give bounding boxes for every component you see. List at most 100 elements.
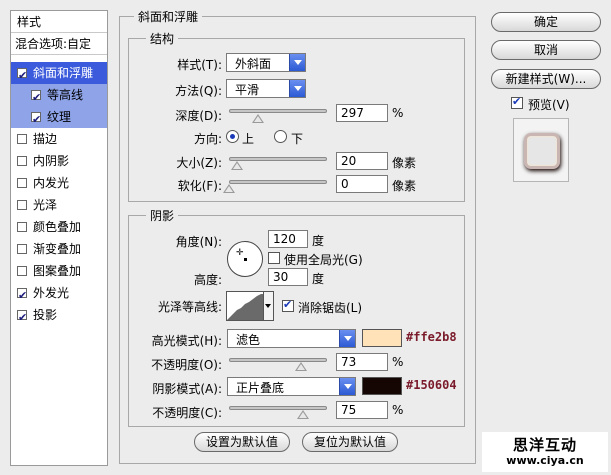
altitude-value: 30: [273, 270, 289, 284]
highlight-mode-select[interactable]: 滤色: [227, 329, 356, 348]
angle-unit: 度: [312, 234, 325, 248]
style-label-stroke: 描边: [33, 132, 58, 146]
highlight-mode-label: 高光模式(H):: [151, 334, 222, 348]
highlight-opacity-input[interactable]: 73: [336, 353, 388, 371]
highlight-color-swatch[interactable]: [362, 329, 402, 347]
style-item-inner-glow[interactable]: 内发光: [11, 172, 107, 194]
style-checkbox-gradient-overlay[interactable]: [17, 244, 27, 254]
style-label: 样式(T):: [177, 58, 222, 72]
technique-value: 平滑: [235, 83, 260, 97]
direction-up-radio[interactable]: [226, 130, 239, 143]
chevron-down-icon: [289, 80, 305, 97]
soften-input[interactable]: 0: [336, 175, 388, 193]
shadow-mode-label: 阴影模式(A):: [152, 382, 222, 396]
chevron-down-icon: [339, 378, 355, 395]
antialias-checkbox[interactable]: [282, 298, 294, 312]
depth-slider-thumb[interactable]: [252, 114, 265, 123]
styles-header[interactable]: 样式: [11, 11, 107, 33]
angle-input[interactable]: 120: [268, 230, 308, 248]
highlight-mode-value: 滤色: [236, 333, 261, 347]
style-item-outer-glow[interactable]: 外发光: [11, 282, 107, 307]
reset-default-button[interactable]: 复位为默认值: [302, 432, 398, 452]
blending-options-item[interactable]: 混合选项:自定: [11, 33, 107, 55]
technique-select[interactable]: 平滑: [226, 79, 306, 98]
style-label-texture: 纹理: [47, 110, 72, 124]
shadow-mode-value: 正片叠底: [236, 381, 285, 395]
ok-button[interactable]: 确定: [491, 12, 601, 32]
depth-input[interactable]: 297: [336, 104, 388, 122]
styles-list: 样式 混合选项:自定 斜面和浮雕 等高线 纹理 描边 内阴影 内发光 光泽 颜色…: [10, 10, 108, 466]
global-light-checkbox[interactable]: [268, 252, 280, 264]
style-checkbox-inner-shadow[interactable]: [17, 156, 27, 166]
style-item-bevel-emboss[interactable]: 斜面和浮雕: [11, 62, 107, 87]
size-slider-thumb[interactable]: [230, 161, 243, 170]
style-checkbox-stroke[interactable]: [17, 134, 27, 144]
depth-unit: %: [392, 106, 404, 120]
altitude-input[interactable]: 30: [268, 268, 308, 286]
gloss-contour-dropdown[interactable]: [264, 291, 274, 321]
size-input[interactable]: 20: [336, 152, 388, 170]
shadow-mode-select[interactable]: 正片叠底: [227, 377, 356, 396]
angle-value: 120: [273, 232, 296, 246]
angle-dial[interactable]: ✛: [227, 241, 263, 277]
shadow-color-swatch[interactable]: [362, 377, 402, 395]
watermark-brand: 思洋互动: [512, 436, 577, 454]
style-checkbox-satin[interactable]: [17, 200, 27, 210]
cancel-button[interactable]: 取消: [491, 40, 601, 60]
new-style-button[interactable]: 新建样式(W)...: [491, 69, 601, 89]
global-light-label: 使用全局光(G): [284, 253, 363, 267]
shadow-opacity-slider-thumb[interactable]: [296, 410, 309, 419]
style-item-gradient-overlay[interactable]: 渐变叠加: [11, 238, 107, 260]
style-label-inner-shadow: 内阴影: [33, 154, 70, 168]
style-label-bevel-emboss: 斜面和浮雕: [33, 66, 94, 80]
structure-title: 结构: [146, 30, 179, 47]
highlight-opacity-unit: %: [392, 355, 404, 369]
shadow-opacity-slider-track[interactable]: [229, 406, 327, 410]
contour-curve-icon: [227, 294, 263, 320]
style-checkbox-drop-shadow[interactable]: [17, 307, 27, 329]
style-checkbox-bevel-emboss[interactable]: [17, 65, 27, 87]
direction-label: 方向:: [193, 132, 222, 146]
shadow-opacity-input[interactable]: 75: [336, 401, 388, 419]
highlight-opacity-value: 73: [341, 355, 357, 369]
style-item-texture[interactable]: 纹理: [11, 106, 107, 131]
bevel-emboss-title: 斜面和浮雕: [134, 8, 203, 25]
highlight-opacity-slider-thumb[interactable]: [294, 362, 307, 371]
gloss-contour-label: 光泽等高线:: [157, 300, 222, 314]
size-slider-track[interactable]: [229, 157, 327, 161]
antialias-label: 消除锯齿(L): [298, 301, 363, 315]
direction-down-radio[interactable]: [274, 130, 287, 143]
depth-slider-track[interactable]: [229, 109, 327, 113]
style-label-gradient-overlay: 渐变叠加: [33, 242, 82, 256]
make-default-button[interactable]: 设置为默认值: [194, 432, 290, 452]
style-item-contour[interactable]: 等高线: [11, 84, 107, 109]
altitude-unit: 度: [312, 272, 325, 286]
size-value: 20: [341, 154, 357, 168]
style-checkbox-outer-glow[interactable]: [17, 285, 27, 307]
style-item-color-overlay[interactable]: 颜色叠加: [11, 216, 107, 238]
style-item-pattern-overlay[interactable]: 图案叠加: [11, 260, 107, 282]
shadow-opacity-unit: %: [392, 403, 404, 417]
shadow-opacity-label: 不透明度(C):: [152, 406, 222, 420]
style-item-drop-shadow[interactable]: 投影: [11, 304, 107, 329]
style-checkbox-texture[interactable]: [31, 109, 41, 131]
style-item-inner-shadow[interactable]: 内阴影: [11, 150, 107, 172]
angle-label: 角度(N):: [175, 235, 222, 249]
style-checkbox-pattern-overlay[interactable]: [17, 266, 27, 276]
style-checkbox-inner-glow[interactable]: [17, 178, 27, 188]
bevel-style-select[interactable]: 外斜面: [226, 53, 306, 72]
style-checkbox-contour[interactable]: [31, 87, 41, 109]
soften-slider-thumb[interactable]: [223, 184, 235, 193]
style-item-stroke[interactable]: 描边: [11, 128, 107, 150]
styles-header-label: 样式: [17, 15, 42, 29]
gloss-contour-picker[interactable]: [226, 291, 264, 321]
altitude-label: 高度:: [193, 273, 222, 287]
chevron-down-icon: [289, 54, 305, 71]
soften-unit: 像素: [392, 179, 417, 193]
preview-checkbox[interactable]: [511, 95, 523, 109]
soften-slider-track[interactable]: [229, 180, 327, 184]
style-item-satin[interactable]: 光泽: [11, 194, 107, 216]
direction-down-label: 下: [291, 132, 304, 146]
highlight-opacity-slider-track[interactable]: [229, 358, 327, 362]
style-checkbox-color-overlay[interactable]: [17, 222, 27, 232]
